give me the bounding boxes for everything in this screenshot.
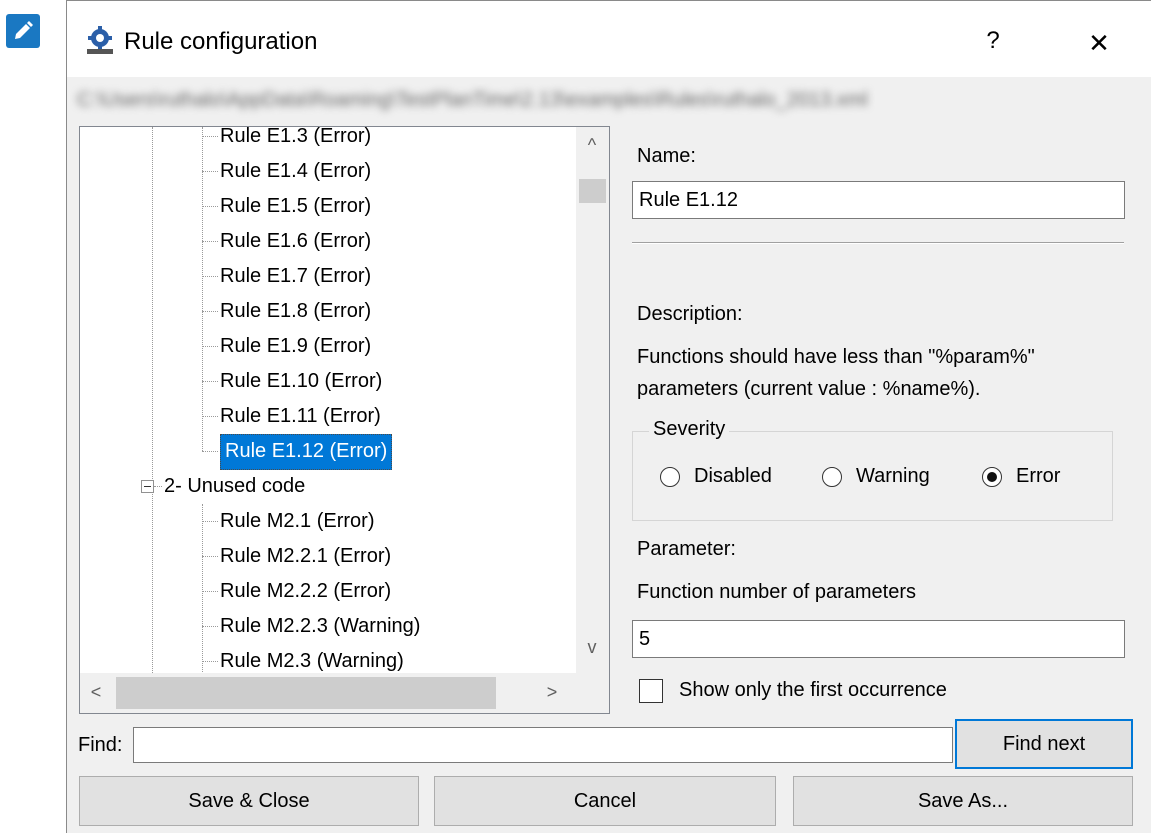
gear-icon <box>85 25 115 55</box>
tree-item[interactable]: Rule M2.3 (Warning) <box>220 644 404 673</box>
tree-item[interactable]: Rule E1.6 (Error) <box>220 224 371 258</box>
tree-item[interactable]: 2- Unused code <box>164 469 305 503</box>
description-label: Description: <box>637 303 743 325</box>
tree-item[interactable]: Rule E1.3 (Error) <box>220 127 371 153</box>
tree-guide-line <box>202 504 203 673</box>
radio-circle-selected <box>982 466 1002 487</box>
tree-item[interactable]: Rule M2.1 (Error) <box>220 504 374 538</box>
tree-item[interactable]: Rule E1.10 (Error) <box>220 364 382 398</box>
scroll-left-arrow-icon[interactable]: < <box>86 682 106 703</box>
tree-item[interactable]: Rule E1.5 (Error) <box>220 189 371 223</box>
tree-content: Rule E1.3 (Error) Rule E1.4 (Error) Rule E… <box>80 127 576 673</box>
severity-warning-radio[interactable]: Warning <box>822 465 930 488</box>
tree-guide-line <box>202 127 203 451</box>
close-button[interactable]: ✕ <box>1079 23 1119 63</box>
tree-item[interactable]: Rule E1.11 (Error) <box>220 399 381 433</box>
tree-item[interactable]: Rule E1.4 (Error) <box>220 154 371 188</box>
tree-item[interactable]: Rule M2.2.2 (Error) <box>220 574 391 608</box>
parameter-input[interactable]: 5 <box>632 620 1125 658</box>
window-title: Rule configuration <box>124 28 318 55</box>
rule-configuration-dialog: Rule configuration ? ✕ C:\Users\ruthalo\… <box>66 0 1151 833</box>
tree-item[interactable]: Rule M2.2.3 (Warning) <box>220 609 420 643</box>
tree-connector <box>202 556 218 557</box>
tree-item[interactable]: Rule E1.8 (Error) <box>220 294 371 328</box>
tree-connector <box>154 486 162 487</box>
name-input[interactable]: Rule E1.12 <box>632 181 1125 219</box>
find-input[interactable] <box>133 727 953 763</box>
parameter-label: Parameter: <box>637 538 736 560</box>
tree-connector <box>202 241 218 242</box>
vertical-scrollbar[interactable]: ^ v <box>576 127 609 673</box>
tree-connector <box>202 311 218 312</box>
severity-error-radio[interactable]: Error <box>982 465 1060 488</box>
cancel-button[interactable]: Cancel <box>434 776 776 826</box>
tree-connector <box>202 416 218 417</box>
tree-item[interactable]: Rule E1.7 (Error) <box>220 259 371 293</box>
tree-connector <box>202 276 218 277</box>
edit-pencil-icon <box>6 14 40 48</box>
radio-circle <box>822 466 842 487</box>
tree-connector <box>202 591 218 592</box>
description-text-line1: Functions should have less than "%param%… <box>637 346 1035 368</box>
collapse-toggle-icon[interactable] <box>141 480 154 493</box>
severity-group-title: Severity <box>649 418 730 441</box>
radio-label-warning: Warning <box>856 465 930 487</box>
separator <box>632 242 1124 244</box>
severity-disabled-radio[interactable]: Disabled <box>660 465 772 488</box>
save-close-button[interactable]: Save & Close <box>79 776 419 826</box>
scroll-down-arrow-icon[interactable]: v <box>582 637 602 658</box>
first-occurrence-label: Show only the first occurrence <box>679 679 947 701</box>
find-next-button[interactable]: Find next <box>955 719 1133 769</box>
tree-connector <box>202 381 218 382</box>
tree-connector <box>202 206 218 207</box>
rules-tree[interactable]: Rule E1.3 (Error) Rule E1.4 (Error) Rule E… <box>79 126 610 714</box>
title-bar: Rule configuration ? ✕ <box>67 1 1151 77</box>
radio-circle <box>660 466 680 487</box>
tree-item[interactable]: Rule E1.12 (Error) <box>220 434 393 470</box>
find-label: Find: <box>78 734 123 756</box>
radio-label-disabled: Disabled <box>694 465 772 487</box>
tree-connector <box>202 136 218 137</box>
horizontal-scrollbar[interactable]: < > <box>80 673 576 713</box>
scroll-up-arrow-icon[interactable]: ^ <box>582 135 602 156</box>
tree-guide-line <box>152 127 153 673</box>
tree-connector <box>202 346 218 347</box>
scroll-corner <box>576 673 609 713</box>
first-occurrence-checkbox[interactable] <box>639 679 663 703</box>
tree-connector <box>202 451 218 452</box>
tree-connector <box>202 521 218 522</box>
help-button[interactable]: ? <box>979 21 1007 61</box>
vertical-scroll-thumb[interactable] <box>579 179 606 203</box>
tree-item[interactable]: Rule M2.2.1 (Error) <box>220 539 391 573</box>
tree-item[interactable]: Rule E1.9 (Error) <box>220 329 371 363</box>
scroll-right-arrow-icon[interactable]: > <box>542 682 562 703</box>
tree-connector <box>202 171 218 172</box>
tree-connector <box>202 661 218 662</box>
description-text-line2: parameters (current value : %name%). <box>637 378 981 400</box>
tree-connector <box>202 626 218 627</box>
file-path-label: C:\Users\ruthalo\AppData\Roaming\TestPla… <box>77 89 868 111</box>
horizontal-scroll-thumb[interactable] <box>116 677 496 709</box>
save-as-button[interactable]: Save As... <box>793 776 1133 826</box>
name-label: Name: <box>637 145 696 167</box>
parameter-name: Function number of parameters <box>637 581 917 603</box>
radio-label-error: Error <box>1016 465 1061 487</box>
